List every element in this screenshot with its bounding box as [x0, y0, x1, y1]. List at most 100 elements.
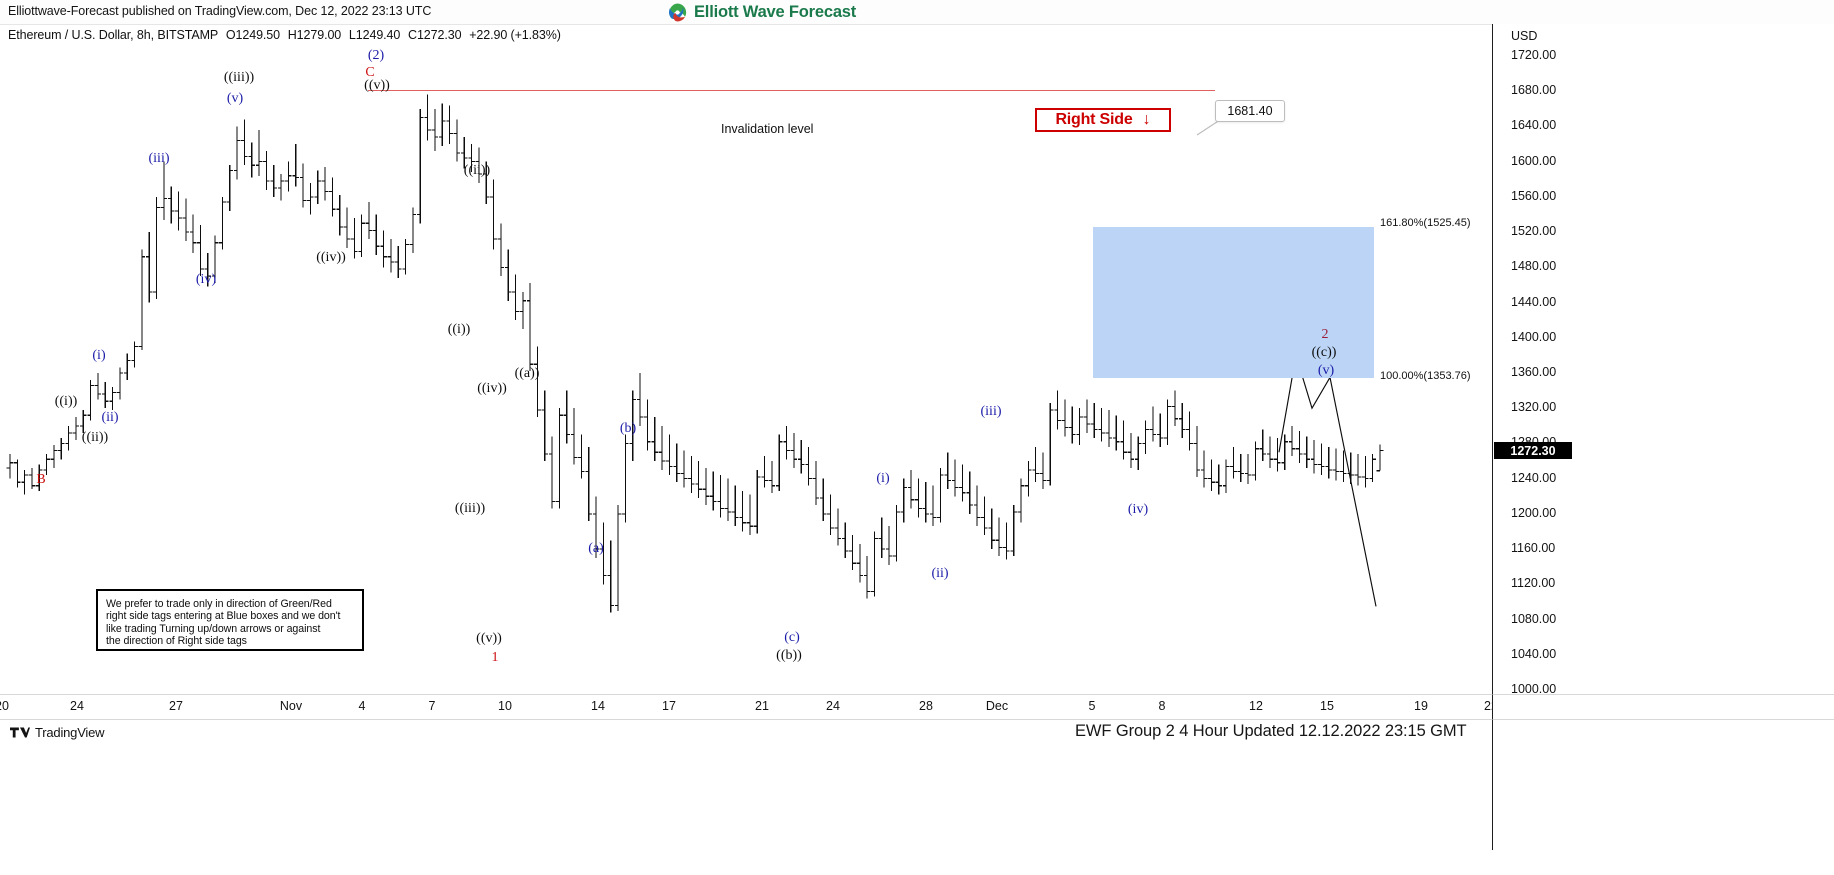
price-tick: 1240.00: [1511, 470, 1557, 485]
price-tick: 1160.00: [1511, 541, 1556, 556]
header-bar: Elliottwave-Forecast published on Tradin…: [0, 0, 1834, 25]
time-tick: 15: [1320, 699, 1334, 713]
wave-label: (i): [876, 471, 890, 486]
time-tick: 10: [498, 699, 512, 713]
right-side-label: Right Side: [1055, 111, 1133, 128]
time-axis[interactable]: 202427Nov47101417212428Dec5812151922: [0, 694, 1498, 720]
wave-label: ((iv)): [316, 250, 346, 265]
time-tick: 20: [0, 699, 9, 713]
wave-label: (iii): [148, 151, 170, 166]
legend-change: +22.90 (+1.83%): [469, 28, 561, 42]
price-tick: 1640.00: [1511, 118, 1557, 133]
price-tick: 1120.00: [1511, 576, 1556, 591]
price-tick: 1360.00: [1511, 365, 1557, 379]
time-tick: 5: [1088, 699, 1096, 713]
current-price-badge: 1272.30: [1494, 442, 1572, 460]
tradingview-logo-group[interactable]: TradingView: [10, 725, 105, 740]
fib-161-label: 161.80%(1525.45): [1380, 217, 1471, 230]
time-tick: 24: [70, 699, 84, 713]
price-tick: 1040.00: [1511, 646, 1557, 661]
legend-close: C1272.30: [408, 28, 462, 42]
wave-label: ((ii)): [81, 430, 109, 445]
brand-logo-group: Elliott Wave Forecast: [668, 2, 856, 22]
price-tick: 1680.00: [1511, 83, 1557, 98]
down-arrow-icon: ↓: [1142, 111, 1151, 128]
wave-label: (c): [784, 630, 800, 645]
wave-label: (iii): [980, 404, 1002, 419]
wave-label: ((v)): [364, 78, 390, 93]
price-tick: 1600.00: [1511, 153, 1557, 168]
price-tick: 1480.00: [1511, 259, 1557, 274]
wave-label: (a): [588, 541, 604, 556]
time-tick: 7: [428, 699, 436, 713]
time-tick: Dec: [985, 699, 1009, 713]
wave-label: (ii): [101, 410, 119, 425]
wave-label: 2: [1321, 327, 1329, 342]
axis-corner: [1492, 694, 1834, 720]
symbol-legend: Ethereum / U.S. Dollar, 8h, BITSTAMP O12…: [8, 28, 562, 42]
brand-name: Elliott Wave Forecast: [694, 2, 857, 21]
time-tick: 28: [919, 699, 933, 713]
legend-open: O1249.50: [225, 28, 280, 42]
wave-label: (ii): [931, 566, 949, 581]
wave-label: ((b)): [776, 648, 802, 663]
time-tick: 4: [358, 699, 366, 713]
wave-label: (b): [619, 421, 637, 436]
disclaimer-line-3: like trading Turning up/down arrows or a…: [106, 622, 321, 635]
time-tick: 14: [591, 699, 605, 713]
wave-label: ((v)): [476, 631, 502, 646]
strategy-disclaimer-box: We prefer to trade only in direction of …: [96, 589, 364, 651]
wave-label: (iv): [1127, 502, 1149, 517]
wave-label: (v): [1317, 363, 1335, 378]
price-axis-unit: USD: [1511, 29, 1538, 43]
wave-label: ((c)): [1311, 345, 1337, 360]
wave-label: (2): [367, 48, 385, 63]
time-tick: 8: [1158, 699, 1166, 713]
wave-label: (v): [226, 91, 244, 106]
tradingview-icon: [10, 727, 30, 738]
right-side-tag[interactable]: Right Side ↓: [1035, 108, 1171, 132]
footer-update-note: EWF Group 2 4 Hour Updated 12.12.2022 23…: [1075, 722, 1467, 740]
price-tick: 1200.00: [1511, 505, 1557, 520]
wave-label: ((iii)): [223, 70, 255, 85]
tradingview-label: TradingView: [35, 725, 105, 740]
invalidation-label: Invalidation level: [721, 122, 814, 136]
wave-label: 1: [491, 650, 499, 665]
price-tick: 1720.00: [1511, 48, 1557, 62]
disclaimer-line-4: the direction of Right side tags: [106, 635, 247, 648]
legend-high: H1279.00: [287, 28, 342, 42]
time-tick: 17: [662, 699, 676, 713]
time-tick: 12: [1249, 699, 1263, 713]
time-tick: 21: [755, 699, 769, 713]
disclaimer-line-2: right side tags entering at Blue boxes a…: [106, 610, 341, 623]
price-tick: 1320.00: [1511, 400, 1557, 415]
wave-label: (i): [92, 348, 106, 363]
fib-100-label: 100.00%(1353.76): [1380, 370, 1471, 383]
wave-label: B: [36, 472, 46, 487]
time-tick: 27: [169, 699, 183, 713]
price-tick: 1520.00: [1511, 224, 1557, 239]
wave-label: ((i)): [54, 394, 78, 409]
price-axis[interactable]: USD 1720.00 1680.00 1640.00 1600.00 1560.00 1…: [1492, 24, 1834, 850]
chart-plot-area[interactable]: Invalidation level 161.80%(1525.45) 100.…: [0, 44, 1492, 694]
wave-label: ((iii)): [454, 501, 486, 516]
invalidation-price-callout: 1681.40: [1215, 100, 1285, 122]
chart-page: Elliottwave-Forecast published on Tradin…: [0, 0, 1834, 875]
disclaimer-line-1: We prefer to trade only in direction of …: [106, 598, 332, 610]
time-tick: 19: [1414, 699, 1428, 713]
projected-path-line: [1278, 355, 1377, 607]
wave-label: ((a)): [514, 366, 540, 381]
price-tick: 1080.00: [1511, 611, 1557, 626]
price-tick: 1560.00: [1511, 188, 1557, 203]
invalidation-level-line: [368, 89, 1215, 91]
legend-symbol: Ethereum / U.S. Dollar, 8h, BITSTAMP: [8, 28, 219, 42]
publication-credit: Elliottwave-Forecast published on Tradin…: [8, 4, 432, 18]
time-tick: 24: [826, 699, 840, 713]
wave-label: ((ii)): [463, 163, 491, 178]
time-tick: Nov: [279, 699, 303, 713]
elliott-wave-swirl-icon: [668, 2, 687, 22]
wave-label: (iv): [195, 272, 217, 287]
wave-label: ((iv)): [477, 381, 507, 396]
wave-label: ((i)): [447, 322, 471, 337]
price-tick: 1400.00: [1511, 329, 1557, 344]
